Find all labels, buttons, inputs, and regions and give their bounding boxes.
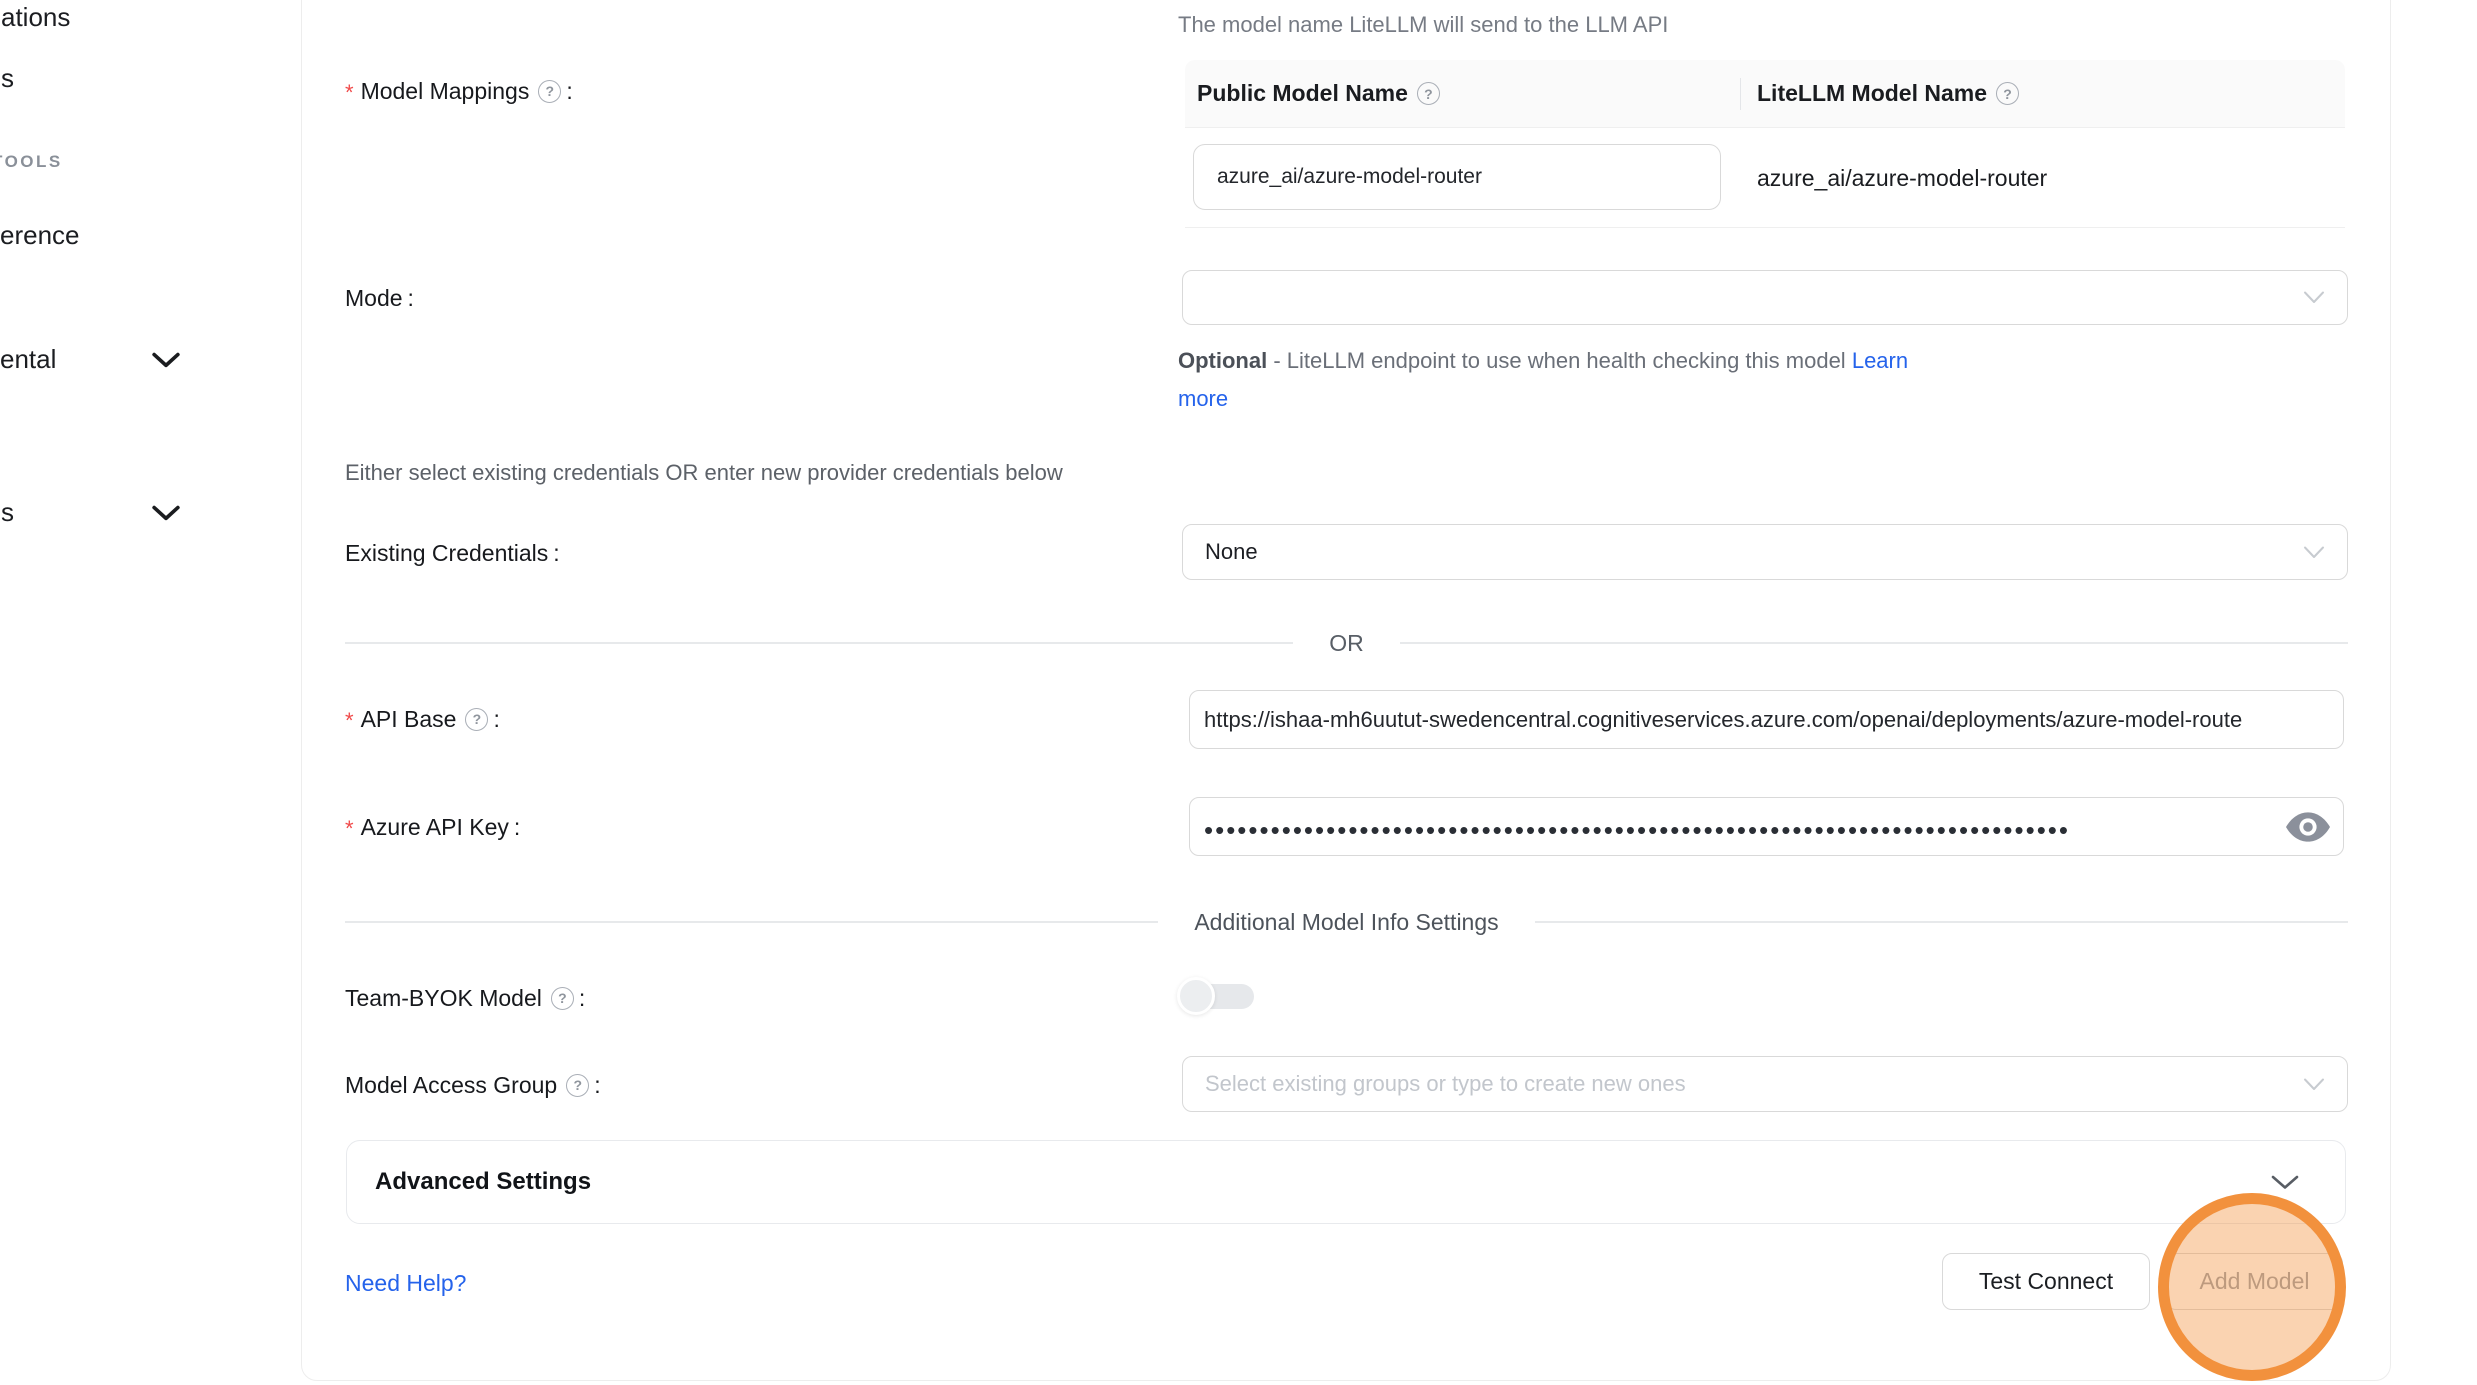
team-byok-label: Team-BYOK Model ? : — [345, 981, 585, 1015]
learn-more-link[interactable]: more — [1178, 386, 1228, 411]
api-base-label-text: API Base — [361, 706, 457, 733]
click-highlight-annotation — [2158, 1193, 2346, 1381]
chevron-down-icon[interactable] — [152, 352, 180, 369]
test-connect-button[interactable]: Test Connect — [1942, 1253, 2150, 1310]
divider-line — [345, 642, 1293, 644]
sidebar-item-fragment[interactable]: s — [1, 63, 14, 94]
mode-select[interactable] — [1182, 270, 2348, 325]
mode-label: Mode : — [345, 281, 414, 315]
colon: : — [553, 540, 559, 567]
sidebar-item-fragment[interactable]: erence — [0, 220, 80, 251]
column-header-litellm-model-name: LiteLLM Model Name ? — [1741, 60, 2345, 127]
optional-text: - LiteLLM endpoint to use when health ch… — [1273, 348, 1845, 373]
or-divider: OR — [345, 630, 2348, 656]
column-header-text: Public Model Name — [1197, 80, 1408, 107]
model-name-hint: The model name LiteLLM will send to the … — [1178, 12, 1668, 38]
question-circle-icon[interactable]: ? — [1417, 82, 1440, 105]
chevron-down-icon — [2303, 546, 2325, 559]
advanced-settings-panel[interactable]: Advanced Settings — [346, 1140, 2346, 1224]
sidebar-item-fragment[interactable]: ations — [1, 2, 70, 33]
model-access-group-label-text: Model Access Group — [345, 1072, 557, 1099]
existing-credentials-label-text: Existing Credentials — [345, 540, 548, 567]
required-marker: * — [345, 704, 354, 734]
mode-optional-note-line2: more — [1178, 386, 1228, 412]
team-byok-label-text: Team-BYOK Model — [345, 985, 542, 1012]
table-header: Public Model Name ? LiteLLM Model Name ? — [1185, 60, 2345, 128]
api-base-label: * API Base ? : — [345, 702, 500, 736]
model-access-group-placeholder: Select existing groups or type to create… — [1205, 1071, 1686, 1097]
colon: : — [493, 706, 499, 733]
table-row: azure_ai/azure-model-router azure_ai/azu… — [1185, 128, 2345, 228]
model-access-group-select[interactable]: Select existing groups or type to create… — [1182, 1056, 2348, 1112]
team-byok-toggle-knob[interactable] — [1177, 977, 1215, 1015]
chevron-down-icon — [2303, 291, 2325, 304]
azure-api-key-label-text: Azure API Key — [361, 814, 509, 841]
azure-api-key-label: * Azure API Key : — [345, 810, 520, 844]
question-circle-icon[interactable]: ? — [1996, 82, 2019, 105]
divider-line — [1535, 921, 2348, 923]
model-mappings-table: Public Model Name ? LiteLLM Model Name ?… — [1185, 60, 2345, 228]
optional-bold: Optional — [1178, 348, 1267, 373]
info-divider-text: Additional Model Info Settings — [1194, 909, 1498, 936]
colon: : — [566, 78, 572, 105]
chevron-down-icon[interactable] — [2271, 1175, 2299, 1190]
colon: : — [514, 814, 520, 841]
learn-more-link[interactable]: Learn — [1852, 348, 1908, 373]
question-circle-icon[interactable]: ? — [465, 708, 488, 731]
sidebar-item-fragment[interactable]: s — [1, 497, 14, 528]
api-base-input[interactable]: https://ishaa-mh6uutut-swedencentral.cog… — [1189, 690, 2344, 749]
column-header-public-model-name: Public Model Name ? — [1185, 60, 1741, 127]
model-mappings-label-text: Model Mappings — [361, 78, 530, 105]
required-marker: * — [345, 812, 354, 842]
question-circle-icon[interactable]: ? — [538, 80, 561, 103]
mode-label-text: Mode — [345, 285, 403, 312]
column-header-text: LiteLLM Model Name — [1757, 80, 1987, 107]
question-circle-icon[interactable]: ? — [566, 1074, 589, 1097]
model-access-group-label: Model Access Group ? : — [345, 1068, 601, 1102]
info-divider: Additional Model Info Settings — [345, 909, 2348, 935]
need-help-link[interactable]: Need Help? — [345, 1270, 466, 1297]
existing-credentials-label: Existing Credentials : — [345, 536, 560, 570]
divider-line — [1400, 642, 2348, 644]
required-marker: * — [345, 76, 354, 106]
question-circle-icon[interactable]: ? — [551, 987, 574, 1010]
public-model-name-input[interactable]: azure_ai/azure-model-router — [1193, 144, 1721, 210]
chevron-down-icon[interactable] — [152, 505, 180, 522]
azure-api-key-input[interactable]: ••••••••••••••••••••••••••••••••••••••••… — [1189, 797, 2344, 856]
model-mappings-label: * Model Mappings ? : — [345, 74, 573, 108]
masked-password-dots: ••••••••••••••••••••••••••••••••••••••••… — [1204, 814, 2070, 840]
advanced-settings-title: Advanced Settings — [375, 1168, 591, 1196]
litellm-model-name-value: azure_ai/azure-model-router — [1757, 128, 2047, 228]
eye-icon[interactable] — [2286, 812, 2330, 842]
colon: : — [579, 985, 585, 1012]
or-divider-text: OR — [1329, 630, 1364, 657]
existing-credentials-value: None — [1205, 539, 1258, 565]
mode-optional-note: Optional - LiteLLM endpoint to use when … — [1178, 348, 1908, 374]
colon: : — [408, 285, 414, 312]
divider-line — [345, 921, 1158, 923]
chevron-down-icon — [2303, 1078, 2325, 1091]
sidebar-item-fragment[interactable]: ental — [0, 344, 56, 375]
existing-credentials-select[interactable]: None — [1182, 524, 2348, 580]
credentials-hint: Either select existing credentials OR en… — [345, 460, 1063, 486]
sidebar-section-label: TOOLS — [0, 152, 63, 172]
colon: : — [594, 1072, 600, 1099]
